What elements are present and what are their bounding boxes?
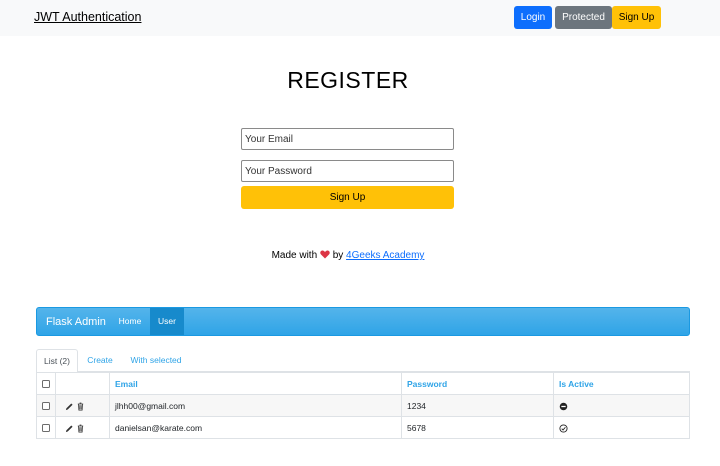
page-title: REGISTER (287, 67, 409, 93)
brand-link[interactable]: JWT Authentication (34, 10, 141, 24)
pencil-icon[interactable] (65, 402, 74, 411)
admin-tabs: List (2) Create With selected (36, 349, 690, 373)
by-text: by (332, 250, 344, 261)
pencil-icon[interactable] (65, 424, 74, 433)
password-field[interactable] (241, 160, 454, 182)
user-table: Email Password Is Active jlhh00@gmail.co… (36, 372, 690, 439)
admin-nav-user[interactable]: User (150, 308, 184, 335)
is-active-column-header[interactable]: Is Active (553, 372, 690, 395)
row-select-cell (36, 394, 56, 417)
is-active-cell (553, 394, 690, 417)
password-column-header[interactable]: Password (401, 372, 554, 395)
row-actions-cell (55, 394, 110, 417)
password-cell: 5678 (401, 416, 554, 439)
top-navbar: JWT Authentication Login Protected Sign … (0, 0, 720, 36)
password-cell: 1234 (401, 394, 554, 417)
select-all-checkbox[interactable] (42, 380, 50, 389)
select-all-cell (36, 372, 56, 395)
signup-submit-button[interactable]: Sign Up (241, 186, 454, 209)
made-with-text: Made with (271, 250, 318, 261)
email-column-header[interactable]: Email (109, 372, 402, 395)
flask-admin-brand[interactable]: Flask Admin (46, 316, 106, 328)
actions-header (55, 372, 110, 395)
trash-icon[interactable] (76, 402, 85, 411)
row-checkbox[interactable] (42, 424, 50, 433)
is-active-cell (553, 416, 690, 439)
admin-nav-home[interactable]: Home (111, 308, 149, 335)
flask-admin-navbar: Flask Admin Home User (36, 307, 690, 336)
table-row: danielsan@karate.com 5678 (36, 416, 690, 439)
check-circle-icon (559, 424, 568, 433)
login-button[interactable]: Login (514, 6, 552, 29)
tab-create[interactable]: Create (84, 349, 116, 372)
heart-icon (320, 250, 330, 259)
email-cell: jlhh00@gmail.com (109, 394, 402, 417)
minus-circle-icon (559, 402, 568, 410)
email-field[interactable] (241, 128, 454, 150)
4geeks-link[interactable]: 4Geeks Academy (346, 250, 424, 261)
protected-button[interactable]: Protected (555, 6, 612, 29)
tab-list[interactable]: List (2) (36, 349, 78, 373)
row-actions-cell (55, 416, 110, 439)
tab-with-selected[interactable]: With selected (128, 349, 184, 372)
row-checkbox[interactable] (42, 402, 50, 411)
row-select-cell (36, 416, 56, 439)
table-header-row: Email Password Is Active (36, 372, 690, 395)
email-cell: danielsan@karate.com (109, 416, 402, 439)
footer-credit: Made with by 4Geeks Academy (0, 250, 696, 261)
trash-icon[interactable] (76, 424, 85, 433)
signup-nav-button[interactable]: Sign Up (612, 6, 661, 29)
table-row: jlhh00@gmail.com 1234 (36, 394, 690, 417)
